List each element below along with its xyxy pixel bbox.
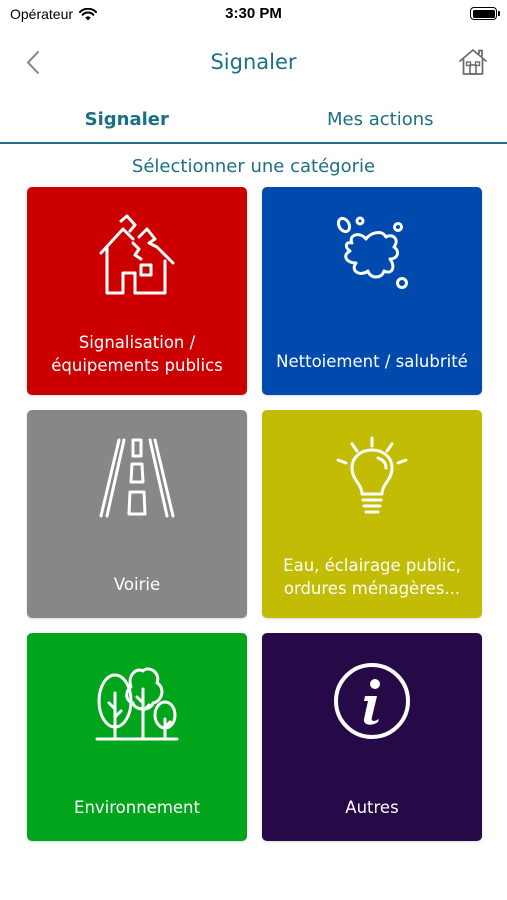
category-autres[interactable]: Autres	[262, 633, 482, 841]
category-grid: Signalisation / équipements publics Nett…	[27, 187, 482, 841]
trees-icon	[95, 667, 179, 741]
info-icon	[334, 663, 410, 739]
page-title: Signaler	[210, 50, 297, 74]
battery-icon	[470, 7, 500, 20]
back-button[interactable]	[18, 48, 50, 80]
damaged-house-icon	[99, 214, 175, 295]
category-label: Environnement	[74, 798, 200, 817]
category-label: Voirie	[113, 575, 161, 594]
category-label: Signalisation / équipements publics	[51, 333, 223, 375]
nav-bar: Signaler	[0, 36, 507, 92]
splash-stain-icon	[336, 216, 408, 289]
category-nettoiement[interactable]: Nettoiement / salubrité	[262, 187, 482, 395]
tab-bar: Signaler Mes actions	[0, 100, 507, 144]
status-time: 3:30 PM	[225, 5, 282, 22]
tab-signaler[interactable]: Signaler	[0, 100, 254, 142]
light-bulb-icon	[336, 436, 408, 514]
category-voirie[interactable]: Voirie	[27, 410, 247, 618]
category-environnement[interactable]: Environnement	[27, 633, 247, 841]
category-signalisation[interactable]: Signalisation / équipements publics	[27, 187, 247, 395]
home-button[interactable]	[457, 46, 489, 78]
tab-mes-actions[interactable]: Mes actions	[254, 100, 507, 142]
category-label: Autres	[345, 798, 399, 817]
section-title: Sélectionner une catégorie	[131, 156, 376, 177]
chevron-left-icon	[27, 51, 39, 74]
category-label: Eau, éclairage public, ordures ménagères…	[283, 556, 461, 598]
category-eau-eclairage[interactable]: Eau, éclairage public, ordures ménagères…	[262, 410, 482, 618]
category-label: Nettoiement / salubrité	[276, 352, 468, 371]
home-icon	[459, 49, 487, 75]
status-bar: Opérateur 3:30 PM	[0, 0, 507, 32]
road-icon	[99, 438, 175, 518]
